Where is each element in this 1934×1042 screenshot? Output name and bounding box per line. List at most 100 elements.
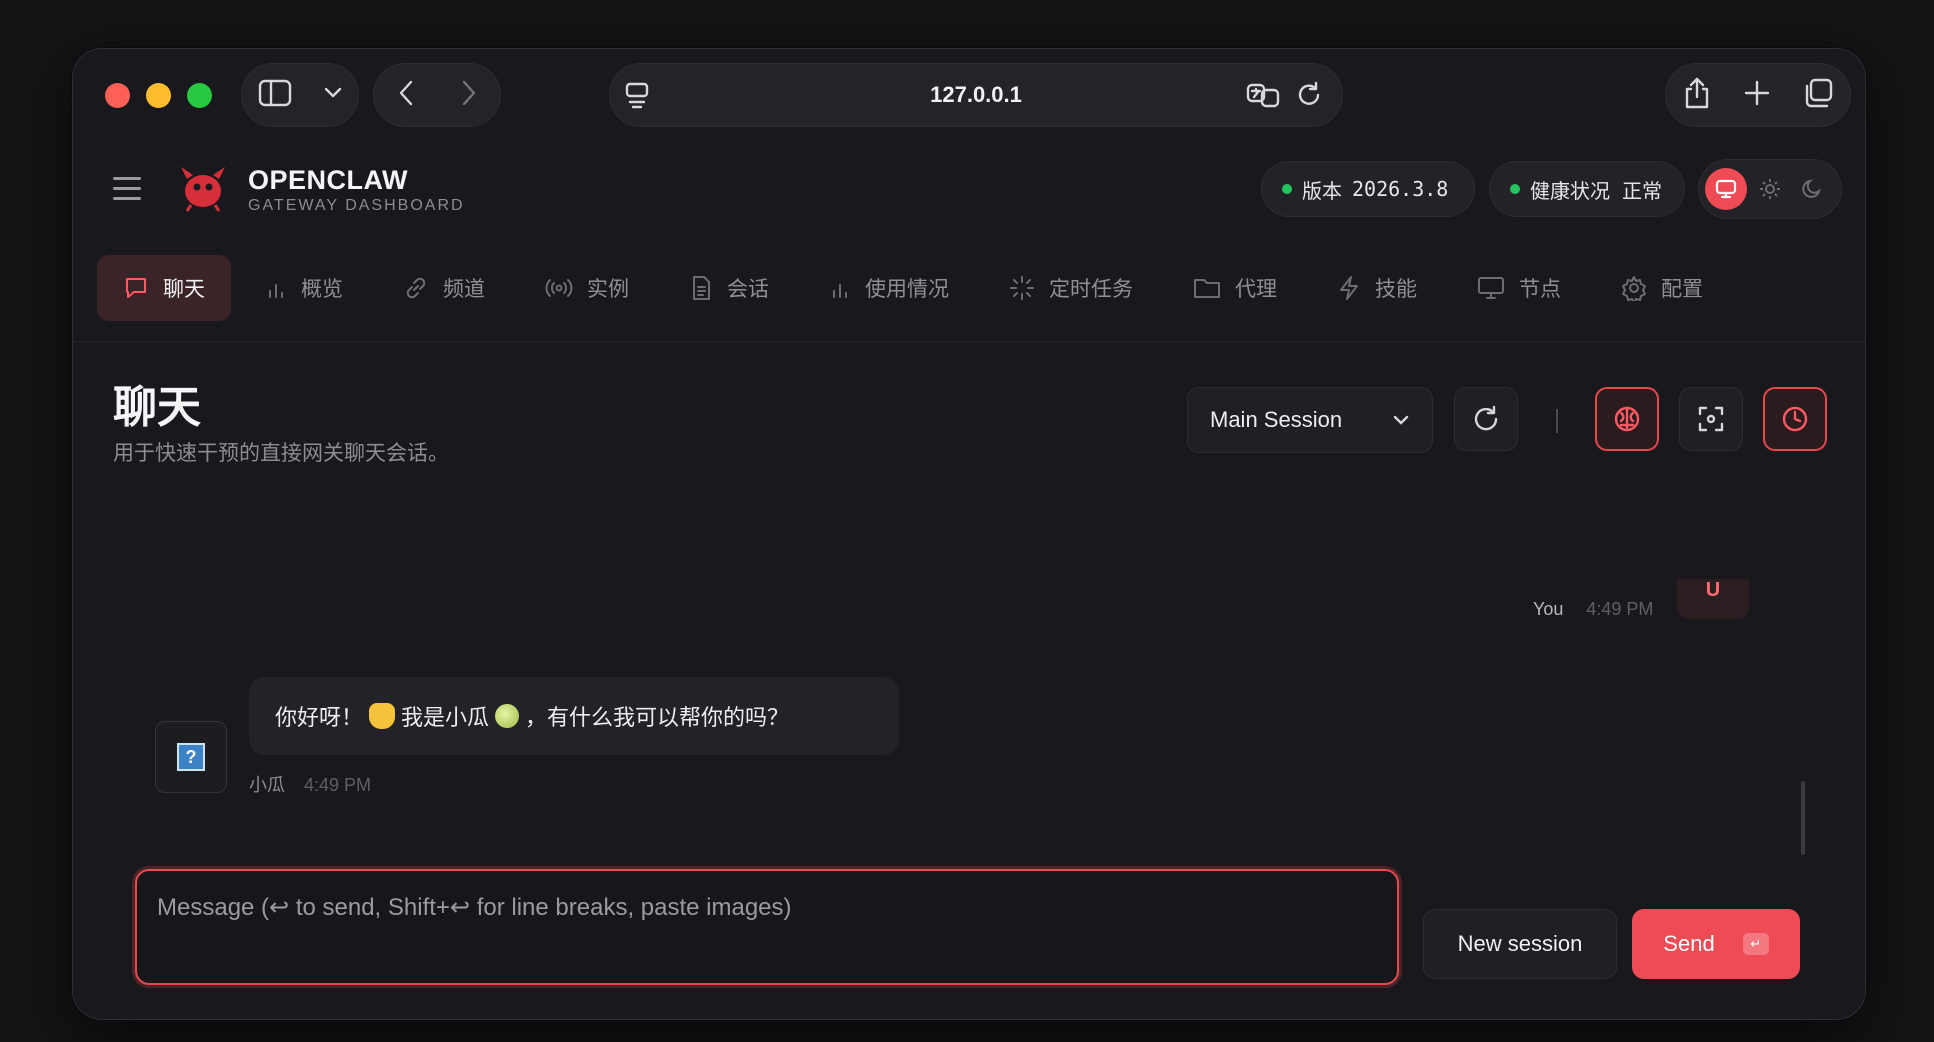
tab-sessions[interactable]: 会话 xyxy=(663,255,795,321)
refresh-button[interactable] xyxy=(1454,387,1518,451)
tab-config[interactable]: 配置 xyxy=(1595,255,1729,321)
close-window-button[interactable] xyxy=(105,83,130,108)
gear-icon xyxy=(1622,276,1646,301)
page-subtitle: 用于快速干预的直接网关聊天会话。 xyxy=(113,442,449,465)
version-label: 版本 xyxy=(1302,180,1342,203)
tab-channels[interactable]: 频道 xyxy=(377,255,511,321)
lightning-icon xyxy=(1340,276,1358,300)
bar-chart-icon xyxy=(833,284,847,298)
dark-theme-button[interactable] xyxy=(1801,178,1823,205)
thinking-toggle-button[interactable] xyxy=(1595,387,1659,451)
hamburger-menu-icon[interactable] xyxy=(113,177,141,207)
address-bar[interactable]: 127.0.0.1 xyxy=(609,63,1343,127)
tab-instances[interactable]: 实例 xyxy=(519,255,655,321)
message-input[interactable] xyxy=(145,879,1389,975)
tab-label: 频道 xyxy=(443,278,485,301)
health-label: 健康状况 xyxy=(1530,180,1610,203)
zoom-window-button[interactable] xyxy=(187,83,212,108)
new-tab-icon[interactable] xyxy=(1744,80,1770,111)
bot-message-text: ，有什么我可以帮你的吗？ xyxy=(525,705,790,730)
tab-label: 定时任务 xyxy=(1049,278,1133,301)
status-dot xyxy=(1510,184,1520,194)
link-icon xyxy=(406,277,426,299)
tab-label: 实例 xyxy=(587,278,629,301)
chevron-down-icon[interactable] xyxy=(324,86,342,104)
tab-label: 概览 xyxy=(301,278,343,301)
light-theme-button[interactable] xyxy=(1759,178,1781,205)
share-icon[interactable] xyxy=(1683,77,1711,114)
openclaw-logo-icon xyxy=(177,161,229,218)
reload-icon[interactable] xyxy=(1296,81,1322,114)
browser-toolbar: 127.0.0.1 xyxy=(73,49,1865,141)
tab-usage[interactable]: 使用情况 xyxy=(803,255,975,321)
tab-scheduled-tasks[interactable]: 定时任务 xyxy=(983,255,1159,321)
user-message-time: 4:49 PM xyxy=(1586,599,1654,619)
message-icon xyxy=(126,278,146,298)
version-badge: 版本 2026.3.8 xyxy=(1261,161,1475,217)
document-icon xyxy=(693,276,710,300)
chat-scrollbar[interactable] xyxy=(1801,781,1805,855)
tab-label: 代理 xyxy=(1235,278,1277,301)
message-composer xyxy=(135,869,1399,985)
tab-agents[interactable]: 代理 xyxy=(1167,255,1303,321)
tab-label: 技能 xyxy=(1375,278,1417,301)
history-nav xyxy=(373,63,501,127)
sidebar-icon[interactable] xyxy=(258,79,292,112)
bot-message-bubble: 你好呀！ 我是小瓜 ，有什么我可以帮你的吗？ xyxy=(249,677,899,755)
waving-hand-emoji-icon xyxy=(369,703,396,729)
tab-label: 聊天 xyxy=(163,278,205,301)
sidebar-toggle-group xyxy=(241,63,359,127)
send-label: Send xyxy=(1663,931,1715,956)
tab-chat[interactable]: 聊天 xyxy=(97,255,231,321)
theme-switcher xyxy=(1698,159,1842,219)
user-message-meta: You 4:49 PM xyxy=(1533,599,1653,620)
session-select-value: Main Session xyxy=(1210,407,1343,432)
minimize-window-button[interactable] xyxy=(146,83,171,108)
page-title: 聊天 xyxy=(113,383,201,432)
bot-message-text: 我是小瓜 xyxy=(401,705,490,730)
tab-skills[interactable]: 技能 xyxy=(1311,255,1443,321)
focus-icon xyxy=(1698,406,1724,432)
forward-button[interactable] xyxy=(461,80,477,111)
session-select[interactable]: Main Session xyxy=(1187,387,1433,453)
focus-mode-button[interactable] xyxy=(1679,387,1743,451)
melon-emoji-icon xyxy=(495,704,520,728)
bot-message-meta: 小瓜 4:49 PM xyxy=(249,771,371,797)
browser-window: 127.0.0.1 OPENCLAW GATEWAY DASHBOARD 版本 … xyxy=(72,48,1866,1020)
brand-subtitle: GATEWAY DASHBOARD xyxy=(248,197,465,214)
tabs-divider xyxy=(73,341,1865,342)
window-controls xyxy=(105,83,212,108)
tab-nodes[interactable]: 节点 xyxy=(1451,255,1587,321)
bot-message-time: 4:49 PM xyxy=(304,775,372,795)
new-session-button[interactable]: New session xyxy=(1423,909,1617,979)
status-dot xyxy=(1282,184,1292,194)
back-button[interactable] xyxy=(398,80,414,111)
version-value: 2026.3.8 xyxy=(1352,177,1449,201)
enter-key-icon: ↵ xyxy=(1742,933,1769,955)
health-badge: 健康状况 正常 xyxy=(1489,161,1685,217)
monitor-icon xyxy=(1478,277,1504,299)
toolbar-separator xyxy=(1556,409,1558,433)
refresh-icon xyxy=(1474,405,1498,431)
bot-message-text: 你好呀！ xyxy=(275,705,364,730)
brain-icon xyxy=(1614,406,1640,432)
main-tabs: 聊天 概览 频道 实例 会话 使用情况 定时任务 代理 技能 节点 配置 xyxy=(97,254,1737,322)
bot-avatar: ? xyxy=(155,721,227,793)
system-theme-button[interactable] xyxy=(1705,168,1747,210)
bar-chart-icon xyxy=(269,284,283,298)
chevron-down-icon xyxy=(1393,415,1409,425)
tab-overview[interactable]: 概览 xyxy=(239,255,369,321)
tab-label: 会话 xyxy=(727,278,769,301)
tab-label: 节点 xyxy=(1519,278,1561,301)
brand-title: OPENCLAW xyxy=(248,165,409,195)
history-toggle-button[interactable] xyxy=(1763,387,1827,451)
user-avatar: U xyxy=(1677,579,1749,619)
tab-label: 配置 xyxy=(1661,278,1703,301)
tab-overview-icon[interactable] xyxy=(1803,78,1833,113)
translate-icon[interactable] xyxy=(1246,82,1280,113)
send-button[interactable]: Send ↵ xyxy=(1632,909,1800,979)
loader-icon xyxy=(1010,276,1034,300)
user-sender-name: You xyxy=(1533,599,1564,619)
url-text: 127.0.0.1 xyxy=(930,82,1022,107)
bot-sender-name: 小瓜 xyxy=(249,775,285,795)
